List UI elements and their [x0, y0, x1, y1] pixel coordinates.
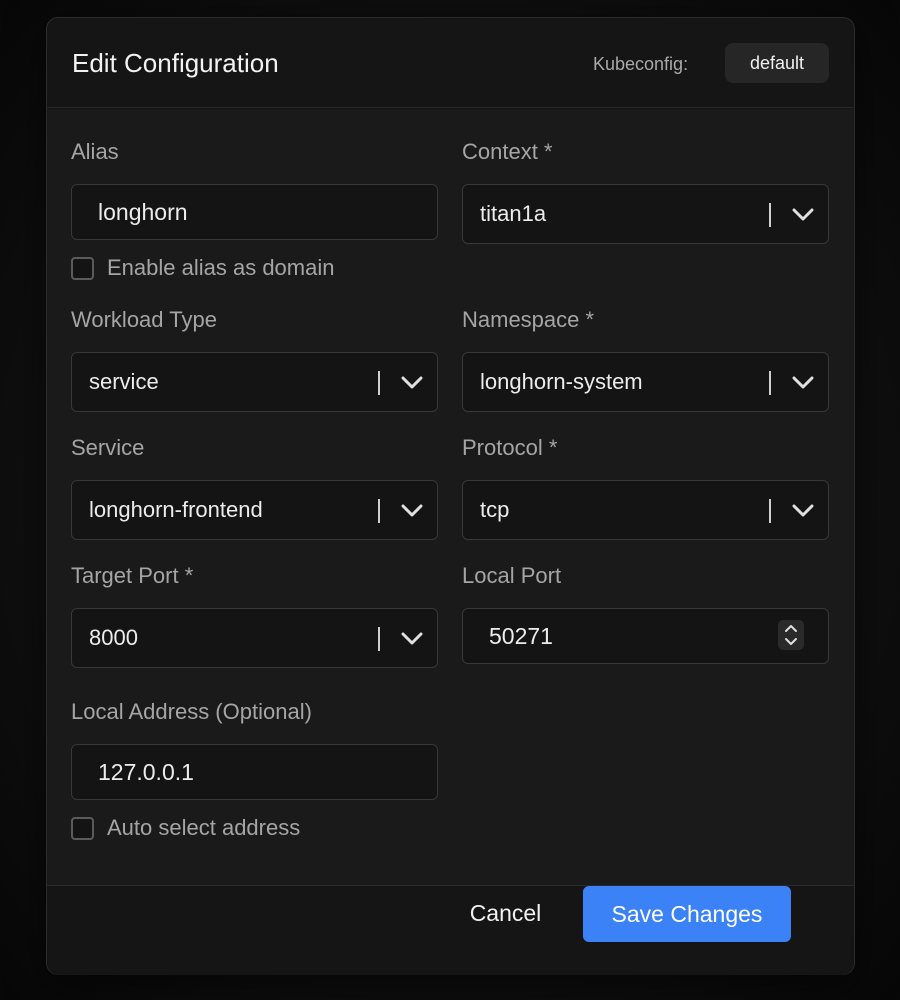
namespace-label: Namespace * — [462, 307, 595, 332]
auto-select-address-checkbox[interactable] — [71, 816, 94, 840]
select-separator — [769, 499, 771, 523]
select-separator — [769, 203, 771, 227]
enable-alias-domain-row[interactable]: Enable alias as domain — [71, 255, 334, 281]
chevron-down-icon[interactable] — [397, 368, 427, 398]
chevron-down-icon[interactable] — [788, 200, 818, 230]
service-select[interactable]: longhorn-frontend — [71, 480, 438, 540]
select-separator — [378, 499, 380, 523]
up-down-stepper-icon[interactable] — [778, 620, 804, 650]
protocol-label: Protocol * — [462, 435, 558, 460]
auto-select-address-label: Auto select address — [107, 815, 301, 840]
enable-alias-domain-label: Enable alias as domain — [107, 255, 335, 280]
enable-alias-domain-checkbox[interactable] — [71, 256, 94, 280]
chevron-down-icon[interactable] — [397, 624, 427, 654]
context-value: titan1a — [480, 201, 547, 226]
target-port-value: 8000 — [89, 625, 138, 650]
dialog-title: Edit Configuration — [72, 48, 279, 78]
dialog-header: Edit Configuration Kubeconfig: default — [47, 18, 854, 108]
context-label: Context * — [462, 139, 553, 164]
auto-select-address-row[interactable]: Auto select address — [71, 815, 300, 841]
local-port-input[interactable] — [462, 608, 829, 664]
local-address-label: Local Address (Optional) — [71, 699, 312, 724]
service-value: longhorn-frontend — [89, 497, 263, 522]
local-port-label: Local Port — [462, 563, 562, 588]
select-separator — [378, 627, 380, 651]
protocol-select[interactable]: tcp — [462, 480, 829, 540]
kubeconfig-selector[interactable]: default — [725, 43, 829, 83]
select-separator — [769, 371, 771, 395]
namespace-value: longhorn-system — [480, 369, 643, 394]
select-separator — [378, 371, 380, 395]
save-changes-button[interactable]: Save Changes — [583, 886, 791, 942]
target-port-label: Target Port * — [71, 563, 194, 588]
chevron-down-icon[interactable] — [788, 496, 818, 526]
workload-type-value: service — [89, 369, 159, 394]
local-port-field — [462, 608, 829, 664]
workload-type-label: Workload Type — [71, 307, 217, 332]
alias-input[interactable] — [71, 184, 438, 240]
local-address-input[interactable] — [71, 744, 438, 800]
chevron-down-icon[interactable] — [788, 368, 818, 398]
namespace-select[interactable]: longhorn-system — [462, 352, 829, 412]
cancel-button[interactable]: Cancel — [450, 884, 561, 942]
alias-label: Alias — [71, 139, 119, 164]
service-label: Service — [71, 435, 145, 460]
protocol-value: tcp — [480, 497, 510, 522]
workload-type-select[interactable]: service — [71, 352, 438, 412]
chevron-down-icon[interactable] — [397, 496, 427, 526]
kubeconfig-label: Kubeconfig: — [593, 54, 689, 74]
target-port-select[interactable]: 8000 — [71, 608, 438, 668]
context-select[interactable]: titan1a — [462, 184, 829, 244]
